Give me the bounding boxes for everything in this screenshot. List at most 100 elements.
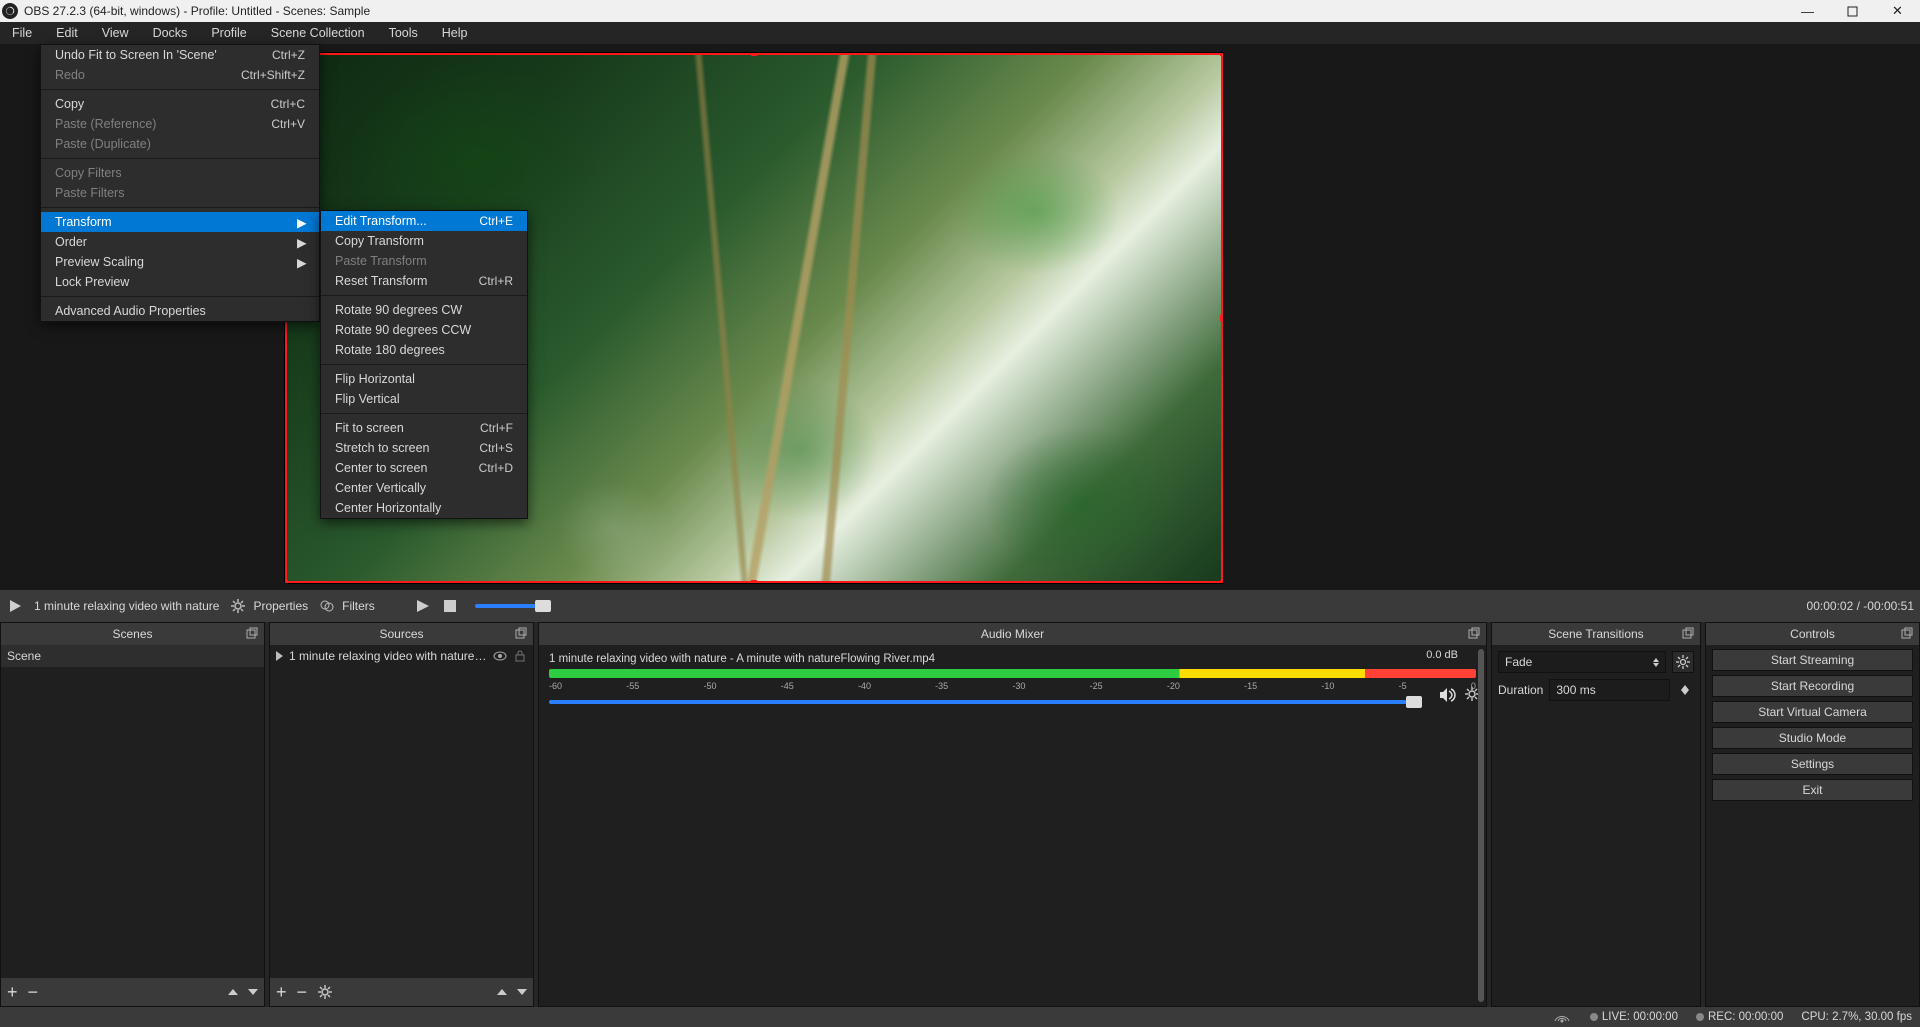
- close-button[interactable]: ✕: [1875, 0, 1920, 22]
- popout-icon[interactable]: [515, 627, 527, 639]
- add-source-button[interactable]: +: [276, 985, 287, 999]
- menu-paste-duplicate: Paste (Duplicate): [41, 134, 319, 154]
- menu-help[interactable]: Help: [430, 22, 480, 44]
- menu-rotate-180[interactable]: Rotate 180 degrees: [321, 340, 527, 360]
- remove-scene-button[interactable]: −: [28, 985, 39, 999]
- duration-input[interactable]: 300 ms: [1549, 679, 1670, 701]
- menu-undo[interactable]: Undo Fit to Screen In 'Scene'Ctrl+Z: [41, 45, 319, 65]
- popout-icon[interactable]: [246, 627, 258, 639]
- add-scene-button[interactable]: +: [7, 985, 18, 999]
- menu-transform[interactable]: Transform▶: [41, 212, 319, 232]
- menu-docks[interactable]: Docks: [141, 22, 200, 44]
- sources-header: Sources: [270, 623, 533, 645]
- resize-handle-sw[interactable]: [284, 580, 288, 584]
- menu-view[interactable]: View: [90, 22, 141, 44]
- source-properties-button[interactable]: [317, 984, 333, 1000]
- resize-handle-ne[interactable]: [1220, 52, 1224, 56]
- properties-button[interactable]: Properties: [229, 597, 308, 615]
- menu-edit[interactable]: Edit: [44, 22, 90, 44]
- popout-icon[interactable]: [1901, 627, 1913, 639]
- menu-rotate-90-ccw[interactable]: Rotate 90 degrees CCW: [321, 320, 527, 340]
- source-item-label: 1 minute relaxing video with nature - A …: [289, 649, 487, 663]
- filters-icon: [318, 597, 336, 615]
- menu-edit-transform[interactable]: Edit Transform...Ctrl+E: [321, 211, 527, 231]
- mixer-db-value: 0.0 dB: [1426, 649, 1458, 661]
- scenes-dock: Scenes Scene + −: [0, 622, 265, 1007]
- duration-spinner[interactable]: [1676, 685, 1694, 695]
- statusbar: LIVE: 00:00:00 REC: 00:00:00 CPU: 2.7%, …: [0, 1007, 1920, 1027]
- menu-stretch-to-screen[interactable]: Stretch to screenCtrl+S: [321, 438, 527, 458]
- minimize-button[interactable]: —: [1785, 0, 1830, 22]
- scene-transitions-header: Scene Transitions: [1492, 623, 1700, 645]
- transition-properties-button[interactable]: [1672, 651, 1694, 673]
- start-virtual-camera-button[interactable]: Start Virtual Camera: [1712, 701, 1913, 723]
- volume-slider[interactable]: [549, 700, 1416, 704]
- start-streaming-button[interactable]: Start Streaming: [1712, 649, 1913, 671]
- window-title: OBS 27.2.3 (64-bit, windows) - Profile: …: [24, 4, 370, 18]
- menu-file[interactable]: File: [0, 22, 44, 44]
- visibility-toggle-icon[interactable]: [493, 649, 507, 663]
- studio-mode-button[interactable]: Studio Mode: [1712, 727, 1913, 749]
- menu-paste-reference: Paste (Reference)Ctrl+V: [41, 114, 319, 134]
- gear-icon: [229, 597, 247, 615]
- media-play-button[interactable]: [413, 597, 431, 615]
- chevron-up-down-icon: [1653, 658, 1659, 667]
- menu-flip-vertical[interactable]: Flip Vertical: [321, 389, 527, 409]
- menu-advanced-audio[interactable]: Advanced Audio Properties: [41, 301, 319, 321]
- menu-flip-horizontal[interactable]: Flip Horizontal: [321, 369, 527, 389]
- maximize-button[interactable]: [1830, 0, 1875, 22]
- titlebar: OBS 27.2.3 (64-bit, windows) - Profile: …: [0, 0, 1920, 22]
- menu-order[interactable]: Order▶: [41, 232, 319, 252]
- menu-copy[interactable]: CopyCtrl+C: [41, 94, 319, 114]
- mixer-scrollbar[interactable]: [1478, 649, 1484, 1002]
- controls-dock: Controls Start Streaming Start Recording…: [1705, 622, 1920, 1007]
- lock-toggle-icon[interactable]: [513, 649, 527, 663]
- transition-select[interactable]: Fade: [1498, 651, 1666, 673]
- source-item[interactable]: 1 minute relaxing video with nature - A …: [270, 645, 533, 667]
- audio-mixer-dock: Audio Mixer 1 minute relaxing video with…: [538, 622, 1487, 1007]
- play-icon[interactable]: [6, 597, 24, 615]
- resize-handle-e[interactable]: [1220, 315, 1224, 321]
- move-scene-up-button[interactable]: [228, 989, 238, 995]
- mixer-track: 1 minute relaxing video with nature - A …: [539, 645, 1486, 710]
- settings-button[interactable]: Settings: [1712, 753, 1913, 775]
- edit-dropdown-menu: Undo Fit to Screen In 'Scene'Ctrl+Z Redo…: [40, 44, 320, 322]
- resize-handle-se[interactable]: [1220, 580, 1224, 584]
- menu-scene-collection[interactable]: Scene Collection: [259, 22, 377, 44]
- filters-button[interactable]: Filters: [318, 597, 375, 615]
- media-source-icon: [276, 651, 283, 661]
- menu-fit-to-screen[interactable]: Fit to screenCtrl+F: [321, 418, 527, 438]
- menu-copy-transform[interactable]: Copy Transform: [321, 231, 527, 251]
- move-source-down-button[interactable]: [517, 989, 527, 995]
- dock-row: Scenes Scene + − Sources 1 minute relaxi…: [0, 622, 1920, 1007]
- media-seek-slider[interactable]: [475, 604, 545, 608]
- scene-item[interactable]: Scene: [1, 645, 264, 667]
- menu-reset-transform[interactable]: Reset TransformCtrl+R: [321, 271, 527, 291]
- media-stop-button[interactable]: [441, 597, 459, 615]
- audio-mixer-header: Audio Mixer: [539, 623, 1486, 645]
- menu-tools[interactable]: Tools: [377, 22, 430, 44]
- menu-center-to-screen[interactable]: Center to screenCtrl+D: [321, 458, 527, 478]
- transform-submenu: Edit Transform...Ctrl+E Copy Transform P…: [320, 210, 528, 519]
- popout-icon[interactable]: [1468, 627, 1480, 639]
- menu-lock-preview[interactable]: Lock Preview: [41, 272, 319, 292]
- popout-icon[interactable]: [1682, 627, 1694, 639]
- menu-center-horizontally[interactable]: Center Horizontally: [321, 498, 527, 518]
- exit-button[interactable]: Exit: [1712, 779, 1913, 801]
- menu-rotate-90-cw[interactable]: Rotate 90 degrees CW: [321, 300, 527, 320]
- start-recording-button[interactable]: Start Recording: [1712, 675, 1913, 697]
- remove-source-button[interactable]: −: [297, 985, 308, 999]
- menu-redo: RedoCtrl+Shift+Z: [41, 65, 319, 85]
- resize-handle-n[interactable]: [751, 52, 757, 56]
- move-source-up-button[interactable]: [497, 989, 507, 995]
- move-scene-down-button[interactable]: [248, 989, 258, 995]
- scene-transitions-dock: Scene Transitions Fade Duration 300 ms: [1491, 622, 1701, 1007]
- mute-button[interactable]: [1438, 686, 1456, 704]
- resize-handle-s[interactable]: [751, 580, 757, 584]
- menu-profile[interactable]: Profile: [199, 22, 258, 44]
- selected-source-label: 1 minute relaxing video with nature: [34, 599, 219, 613]
- menu-preview-scaling[interactable]: Preview Scaling▶: [41, 252, 319, 272]
- duration-label: Duration: [1498, 683, 1543, 697]
- menu-center-vertically[interactable]: Center Vertically: [321, 478, 527, 498]
- time-display: 00:00:02 / -00:00:51: [1807, 599, 1914, 613]
